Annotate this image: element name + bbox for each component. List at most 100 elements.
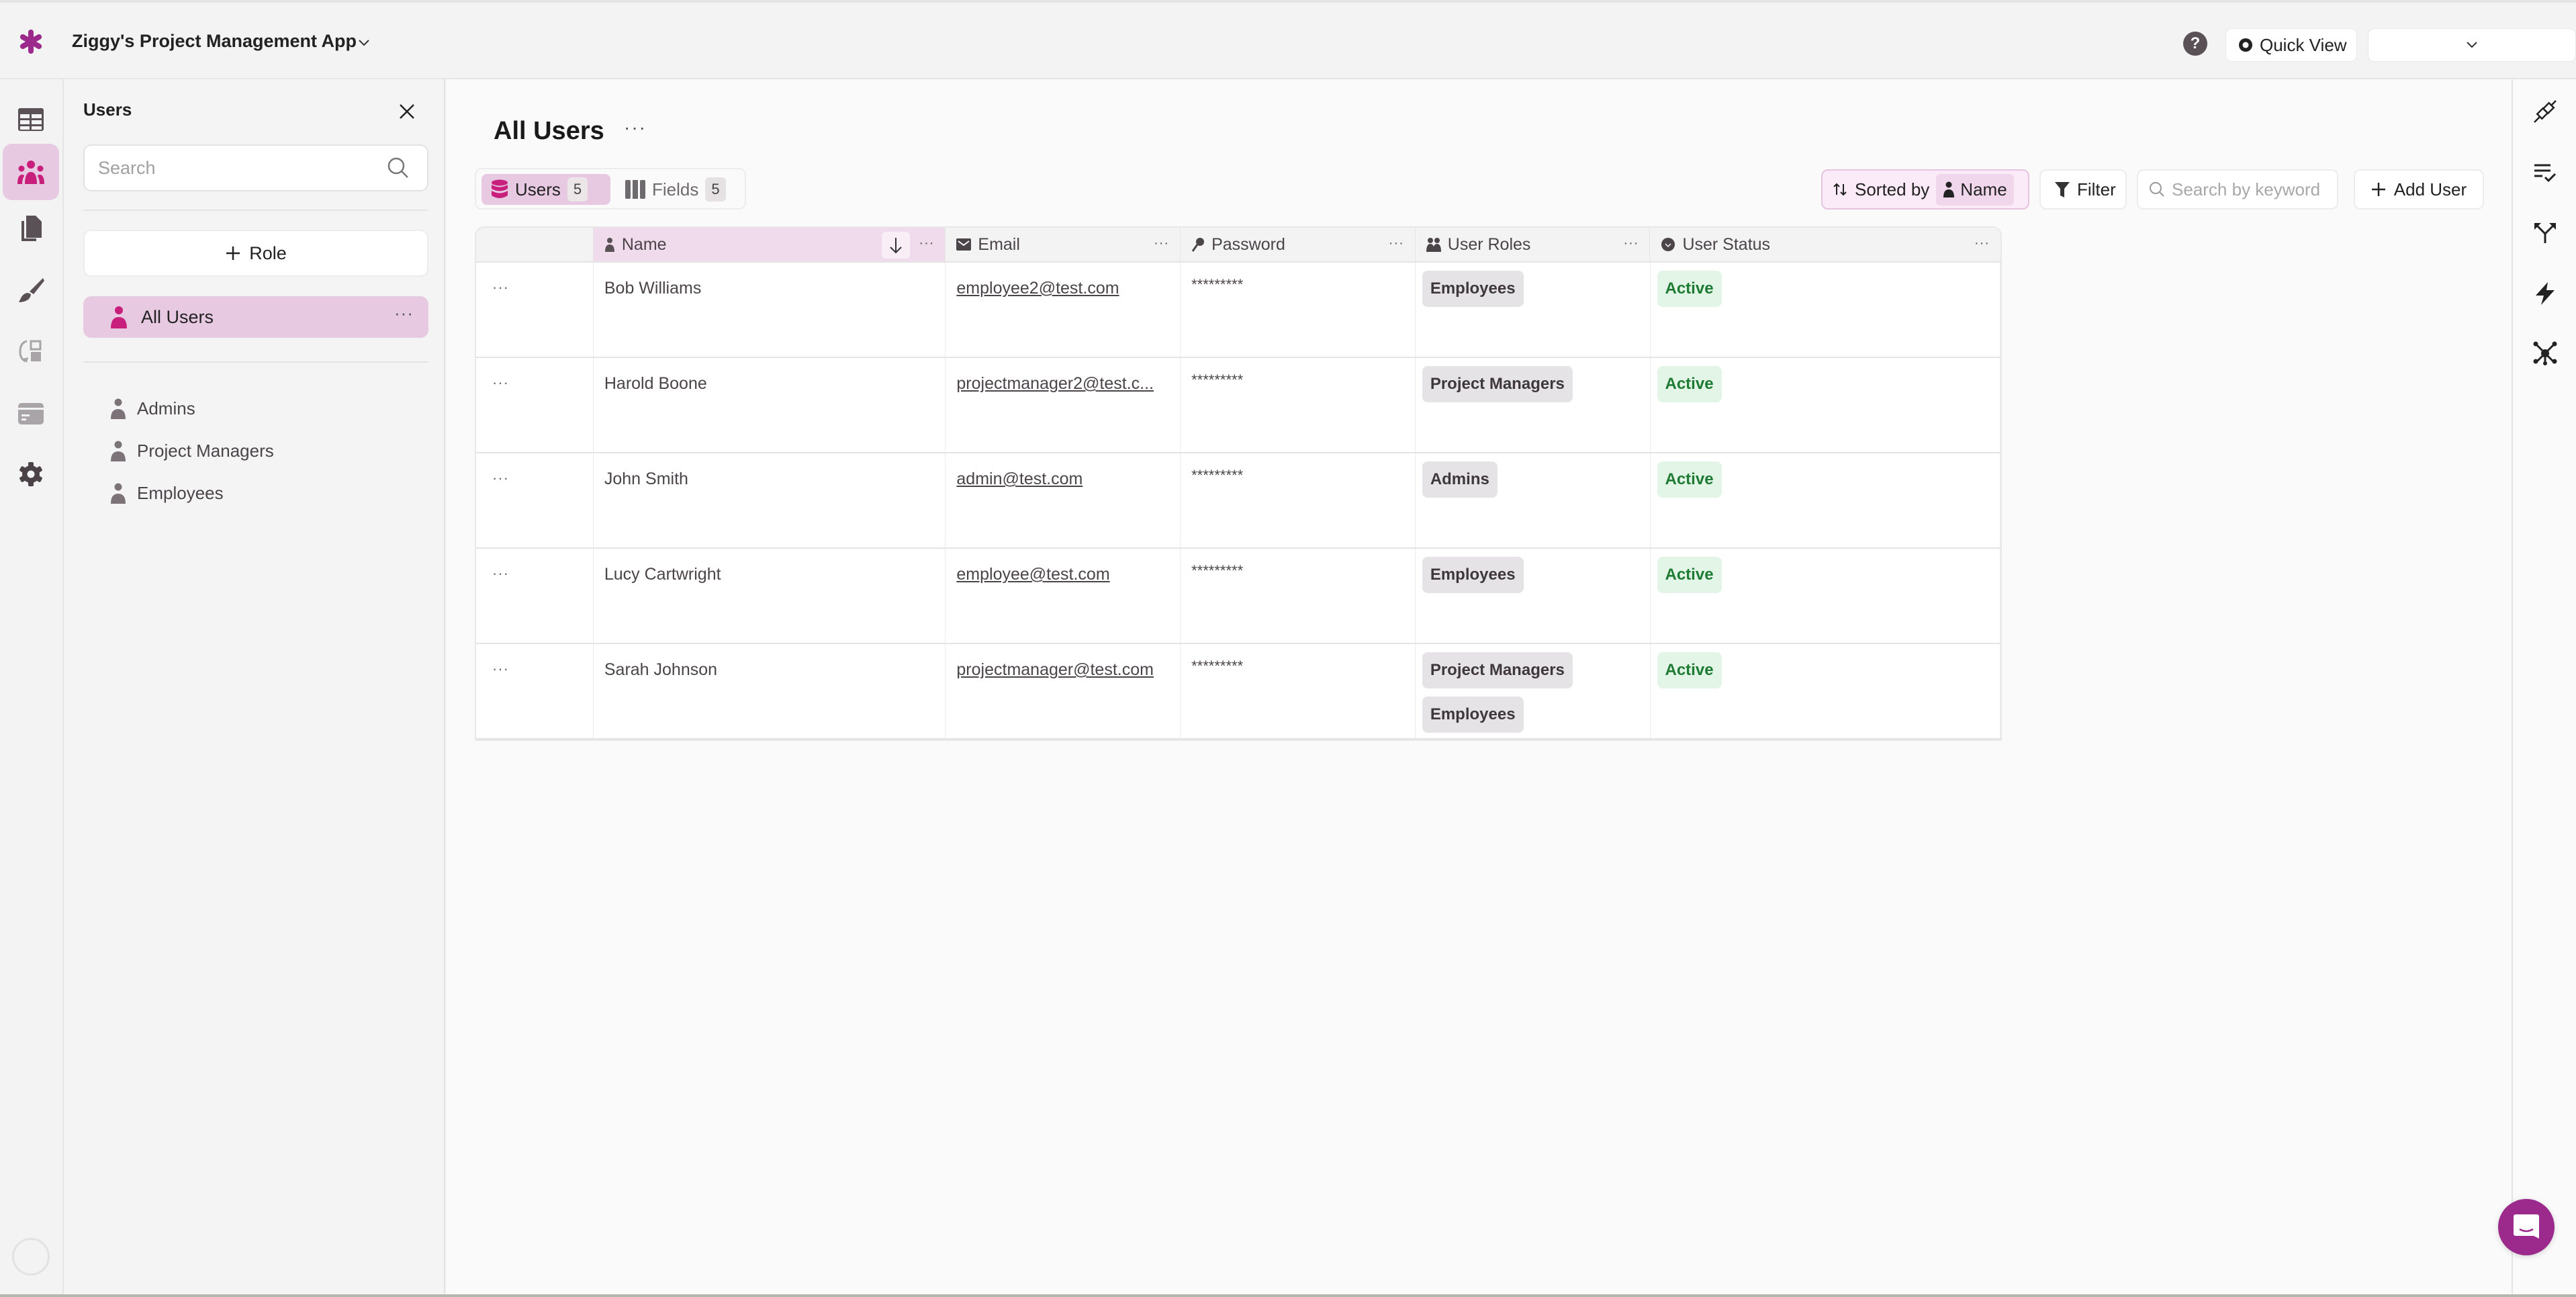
person-icon: [604, 238, 614, 252]
add-role-button[interactable]: Role: [83, 230, 428, 277]
nav-users[interactable]: [3, 144, 59, 200]
tab-users-label: Users: [515, 179, 561, 199]
table-row[interactable]: ··· Lucy Cartwright employee@test.com **…: [476, 549, 2000, 644]
email-link[interactable]: projectmanager2@test.c...: [956, 374, 1154, 393]
cell-password[interactable]: *********: [1181, 453, 1416, 547]
more-options-button[interactable]: ···: [394, 303, 414, 324]
cell-email[interactable]: employee@test.com: [946, 549, 1181, 643]
cell-user-roles[interactable]: Project Managers: [1416, 358, 1651, 452]
right-rail: [2512, 79, 2576, 1297]
close-icon[interactable]: [396, 101, 418, 122]
cell-user-roles[interactable]: Employees: [1416, 549, 1651, 643]
divider: [83, 210, 428, 211]
add-role-label: Role: [249, 242, 287, 263]
column-header-user-status[interactable]: User Status ···: [1650, 228, 2000, 261]
user-avatar[interactable]: [12, 1238, 50, 1276]
row-more-button[interactable]: ···: [476, 358, 594, 452]
nav-settings[interactable]: [3, 446, 59, 502]
live-app-dropdown-button[interactable]: [2368, 36, 2575, 54]
column-more-button[interactable]: ···: [919, 236, 934, 251]
cell-user-status[interactable]: Active: [1651, 549, 2000, 643]
cell-password[interactable]: *********: [1181, 644, 1416, 738]
cell-user-roles[interactable]: Project Managers Employees: [1416, 644, 1651, 738]
quick-view-button[interactable]: Quick View: [2225, 28, 2357, 62]
network-hub-icon[interactable]: [2533, 341, 2557, 365]
cell-user-status[interactable]: Active: [1651, 358, 2000, 452]
cell-password[interactable]: *********: [1181, 263, 1416, 357]
cell-email[interactable]: admin@test.com: [946, 453, 1181, 547]
nav-theme[interactable]: [3, 262, 59, 318]
table-row[interactable]: ··· John Smith admin@test.com ********* …: [476, 453, 2000, 549]
keyword-search-input[interactable]: [2172, 179, 2333, 200]
table-row[interactable]: ··· Sarah Johnson projectmanager@test.co…: [476, 644, 2000, 740]
role-chip: Employees: [1422, 271, 1524, 307]
sidebar-item-all-users[interactable]: All Users ···: [83, 296, 428, 338]
cell-user-roles[interactable]: Employees: [1416, 263, 1651, 357]
cell-name[interactable]: Harold Boone: [594, 358, 946, 452]
cell-name[interactable]: John Smith: [594, 453, 946, 547]
sort-button[interactable]: Sorted by Name: [1821, 169, 2029, 210]
cell-email[interactable]: employee2@test.com: [946, 263, 1181, 357]
chat-support-button[interactable]: [2498, 1199, 2555, 1255]
add-user-button[interactable]: Add User: [2354, 169, 2484, 210]
cell-password[interactable]: *********: [1181, 549, 1416, 643]
users-sidebar: Users Role All Users ··· Admins Project …: [64, 79, 445, 1297]
column-header-user-roles[interactable]: User Roles ···: [1416, 228, 1651, 261]
chevron-down-icon[interactable]: [355, 34, 373, 52]
column-header-password[interactable]: Password ···: [1181, 228, 1416, 261]
sorted-by-label: Sorted by: [1855, 179, 1930, 199]
plugin-icon[interactable]: [2533, 99, 2557, 124]
sort-direction-button[interactable]: [882, 232, 911, 259]
cell-email[interactable]: projectmanager2@test.c...: [946, 358, 1181, 452]
cell-name[interactable]: Lucy Cartwright: [594, 549, 946, 643]
sidebar-item-role[interactable]: Project Managers: [110, 437, 274, 464]
rules-list-check-icon[interactable]: [2533, 160, 2557, 184]
cell-user-status[interactable]: Active: [1651, 453, 2000, 547]
automation-bolt-icon[interactable]: [2533, 281, 2557, 305]
status-badge: Active: [1657, 557, 1722, 593]
row-more-button[interactable]: ···: [476, 453, 594, 547]
sidebar-search-input[interactable]: [98, 146, 380, 190]
column-more-button[interactable]: ···: [1389, 236, 1404, 251]
cell-user-status[interactable]: Active: [1651, 644, 2000, 738]
column-more-button[interactable]: ···: [1623, 236, 1639, 251]
row-more-button[interactable]: ···: [476, 549, 594, 643]
table-row[interactable]: ··· Bob Williams employee2@test.com ****…: [476, 263, 2000, 358]
app-title[interactable]: Ziggy's Project Management App: [72, 31, 357, 52]
column-header-email[interactable]: Email ···: [946, 228, 1181, 261]
sidebar-item-role[interactable]: Employees: [110, 480, 224, 506]
email-link[interactable]: employee2@test.com: [956, 279, 1119, 298]
table-row[interactable]: ··· Harold Boone projectmanager2@test.c.…: [476, 358, 2000, 453]
cell-email[interactable]: projectmanager@test.com: [946, 644, 1181, 738]
cell-name[interactable]: Bob Williams: [594, 263, 946, 357]
nav-tables[interactable]: [3, 91, 59, 148]
nav-pages[interactable]: [3, 200, 59, 257]
nav-workflows[interactable]: [3, 324, 59, 380]
cell-password[interactable]: *********: [1181, 358, 1416, 452]
email-link[interactable]: employee@test.com: [956, 565, 1109, 584]
row-more-button[interactable]: ···: [476, 644, 594, 738]
help-icon[interactable]: ?: [2183, 32, 2207, 56]
column-header-name[interactable]: Name ···: [593, 228, 946, 261]
sidebar-item-role[interactable]: Admins: [110, 395, 195, 422]
cell-name[interactable]: Sarah Johnson: [594, 644, 946, 738]
email-link[interactable]: projectmanager@test.com: [956, 660, 1154, 679]
email-link[interactable]: admin@test.com: [956, 469, 1083, 488]
column-label: Email: [978, 234, 1020, 254]
branch-split-icon[interactable]: [2533, 220, 2557, 244]
title-more-button[interactable]: ···: [624, 117, 647, 138]
row-more-button[interactable]: ···: [476, 263, 594, 357]
sort-field-chip[interactable]: Name: [1936, 173, 2014, 206]
nav-billing[interactable]: [3, 386, 59, 442]
column-more-button[interactable]: ···: [1154, 236, 1169, 251]
tab-fields[interactable]: Fields 5: [616, 174, 735, 205]
cell-user-roles[interactable]: Admins: [1416, 453, 1651, 547]
tab-users[interactable]: Users 5: [481, 174, 610, 205]
app-logo-icon[interactable]: [17, 28, 44, 55]
chevron-down-icon: [2467, 42, 2477, 48]
plus-icon: [2371, 183, 2385, 196]
cell-user-status[interactable]: Active: [1651, 263, 2000, 357]
filter-button[interactable]: Filter: [2039, 169, 2127, 210]
role-chip: Project Managers: [1422, 652, 1573, 688]
column-more-button[interactable]: ···: [1974, 236, 1990, 251]
